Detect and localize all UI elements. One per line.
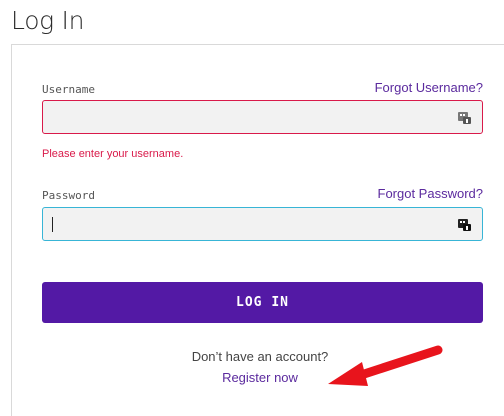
username-error-message: Please enter your username. [42, 148, 184, 160]
password-manager-icon[interactable] [458, 218, 471, 231]
red-arrow-icon [328, 345, 443, 386]
forgot-password-link[interactable]: Forgot Password? [378, 186, 484, 201]
forgot-username-link[interactable]: Forgot Username? [375, 80, 483, 95]
text-caret [52, 217, 53, 232]
password-input[interactable] [43, 208, 482, 240]
password-field-wrapper [42, 207, 483, 241]
page-title: Log In [11, 6, 85, 35]
username-input[interactable] [43, 101, 482, 133]
username-label: Username [42, 83, 95, 96]
username-field-wrapper [42, 100, 483, 134]
login-button[interactable]: LOG IN [42, 282, 483, 323]
password-label: Password [42, 189, 95, 202]
password-manager-icon[interactable] [458, 111, 471, 124]
